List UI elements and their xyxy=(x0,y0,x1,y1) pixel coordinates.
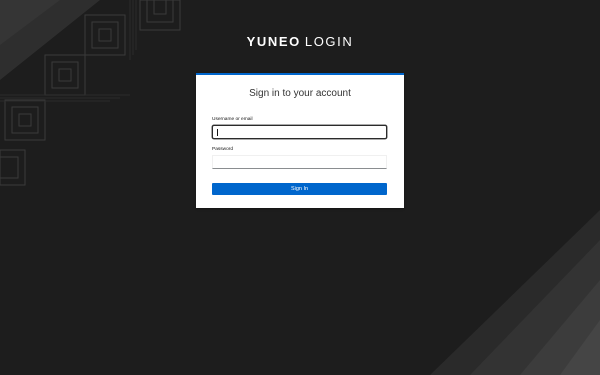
username-label: Username or email xyxy=(212,117,253,122)
text-cursor xyxy=(217,129,218,136)
brand-title: YUNEO LOGIN xyxy=(0,34,600,49)
password-field[interactable] xyxy=(212,155,387,169)
brand-name: YUNEO xyxy=(246,34,301,49)
brand-subtitle: LOGIN xyxy=(304,34,354,49)
login-page: YUNEO LOGIN Sign in to your account Usern… xyxy=(0,0,600,375)
password-label: Password xyxy=(212,147,234,152)
login-card: Sign in to your account Username or emai… xyxy=(196,73,404,208)
login-heading: Sign in to your account xyxy=(249,88,351,99)
username-field[interactable] xyxy=(212,125,387,139)
sign-in-button[interactable]: Sign In xyxy=(212,183,387,195)
